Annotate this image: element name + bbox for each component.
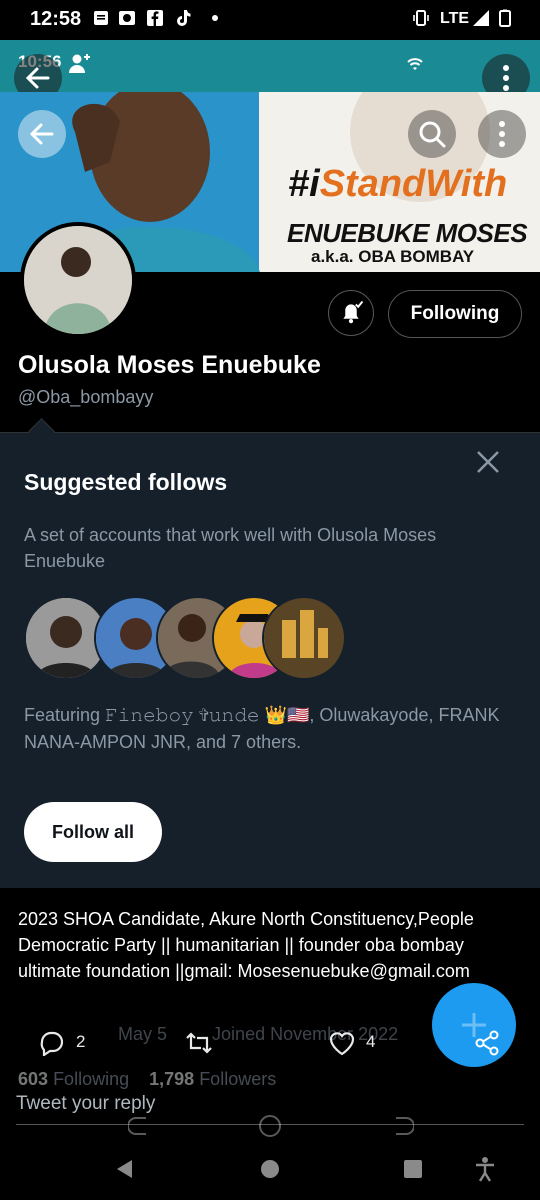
profile-bio: 2023 SHOA Candidate, Akure North Constit… <box>18 909 474 981</box>
building-logo-icon <box>264 598 344 678</box>
follow-stats[interactable]: 603 Following 1,798 Followers <box>18 1069 276 1090</box>
signal-icon <box>473 10 489 26</box>
back-button[interactable] <box>18 110 66 158</box>
close-icon[interactable] <box>474 448 502 476</box>
share-icon[interactable] <box>474 1030 500 1056</box>
inner-nav-recent-icon <box>396 1117 414 1135</box>
following-label: Following <box>53 1069 130 1089</box>
arrow-left-icon <box>29 123 54 145</box>
suggested-title: Suggested follows <box>24 469 228 495</box>
banner-hashtag-prefix: #i <box>288 163 320 205</box>
nav-back-icon[interactable] <box>114 1158 136 1180</box>
reply-icon[interactable] <box>38 1030 66 1056</box>
network-type: LTE <box>440 10 470 27</box>
inner-nav-home-icon <box>259 1115 281 1137</box>
retweet-icon[interactable] <box>184 1030 214 1056</box>
following-button[interactable]: Following <box>388 290 522 338</box>
facebook-icon <box>147 10 163 26</box>
bell-check-icon <box>343 300 364 324</box>
banner-aka: a.k.a. OBA BOMBAY <box>311 247 475 266</box>
system-nav-bar <box>0 1140 540 1200</box>
more-vertical-icon <box>499 121 505 147</box>
banner-hashtag-highlight: StandWith <box>319 163 508 205</box>
avatar[interactable] <box>20 222 136 338</box>
notifications-bell-button[interactable] <box>328 290 374 336</box>
app-icon <box>119 11 135 25</box>
more-button[interactable] <box>478 110 526 158</box>
system-status-bar: 12:58 LTE <box>0 0 540 40</box>
status-time: 12:58 <box>30 8 82 30</box>
follow-all-button[interactable]: Follow all <box>24 802 162 862</box>
wifi-icon <box>407 58 423 70</box>
featuring-text: Featuring 𝙵𝚒𝚗𝚎𝚋𝚘𝚢 ✞𝚞𝚗𝚍𝚎 👑🇺🇸, Oluwakayode… <box>24 705 500 752</box>
suggested-avatar[interactable] <box>262 596 346 680</box>
inner-nav-back-icon <box>128 1117 146 1135</box>
reply-input[interactable]: Tweet your reply <box>16 1093 155 1115</box>
vibrate-icon <box>413 10 429 26</box>
profile-name: Olusola Moses Enuebuke <box>18 351 321 379</box>
followers-label: Followers <box>199 1069 277 1089</box>
banner-hashtag: #iStandWith <box>288 163 507 206</box>
avatar-photo-icon <box>24 226 132 334</box>
banner-name: ENUEBUKE MOSES <box>287 218 528 248</box>
battery-icon <box>499 9 511 27</box>
profile-handle: @Oba_bombayy <box>18 387 154 407</box>
following-count: 603 <box>18 1069 49 1089</box>
reply-count: 2 <box>76 1032 86 1051</box>
search-button[interactable] <box>408 110 456 158</box>
accessibility-icon[interactable] <box>474 1156 496 1182</box>
like-icon[interactable] <box>328 1030 356 1056</box>
search-icon <box>419 121 446 148</box>
followers-count: 1,798 <box>149 1069 195 1089</box>
tiktok-icon <box>177 10 191 26</box>
nav-recents-icon[interactable] <box>402 1158 424 1180</box>
nav-home-icon[interactable] <box>259 1158 281 1180</box>
dot-icon <box>212 15 218 21</box>
like-count: 4 <box>366 1032 376 1051</box>
suggested-description: A set of accounts that work well with Ol… <box>24 525 437 571</box>
notes-icon <box>94 11 108 25</box>
add-person-icon <box>69 54 90 73</box>
